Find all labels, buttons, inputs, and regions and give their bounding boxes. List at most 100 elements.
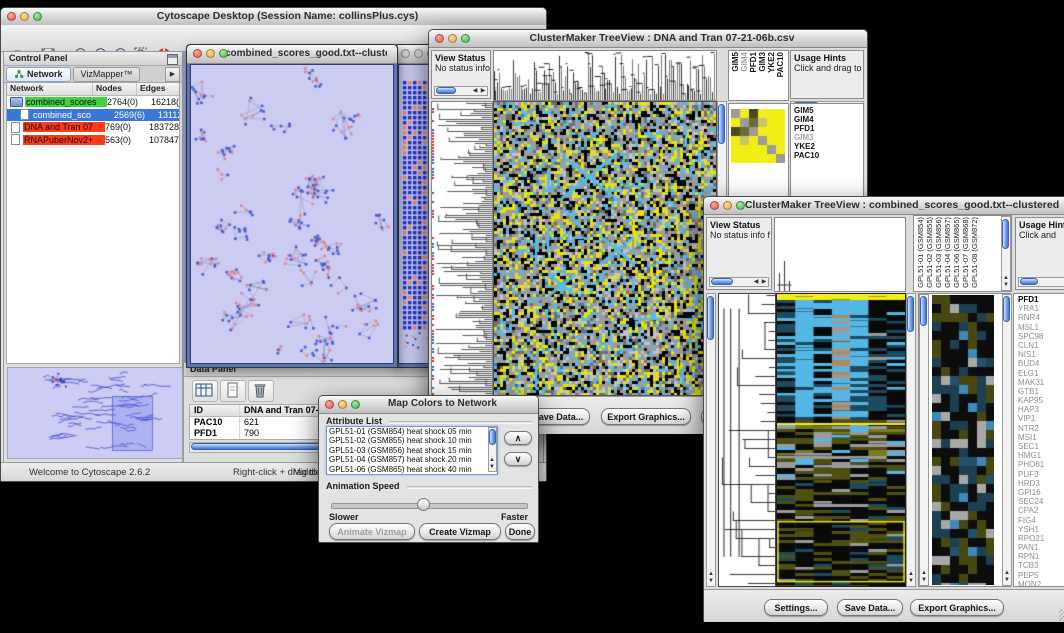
close-button[interactable] — [325, 400, 334, 409]
column-label[interactable]: PFD1 — [749, 52, 758, 72]
gene-label[interactable]: MSL1 — [1018, 323, 1064, 332]
treeview1-heatmap[interactable] — [493, 101, 717, 396]
treeview2-zoom-heatmap[interactable] — [932, 295, 994, 585]
gene-label[interactable]: MAK31 — [1018, 378, 1064, 387]
attribute-list-item[interactable]: GPL51-02 (GSM855) heat shock 10 min — [327, 436, 497, 445]
col-edges[interactable]: Edges — [137, 83, 180, 95]
tab-overflow-arrow[interactable]: ▶ — [165, 67, 180, 82]
save-data-button[interactable]: Save Data... — [837, 599, 903, 616]
zoom-button[interactable] — [736, 201, 745, 210]
gene-label[interactable]: PAC10 — [794, 151, 863, 160]
network-list-row[interactable]: DNA and Tran 07769(0)183728(0) — [7, 121, 179, 134]
gene-label[interactable]: NIS1 — [1018, 350, 1064, 359]
move-up-button[interactable]: ∧ — [504, 431, 532, 445]
array-column-label[interactable]: GPL51-06 (GSM865) — [952, 217, 961, 288]
minimize-button[interactable] — [338, 400, 347, 409]
usage-hscrollbar[interactable] — [1018, 277, 1064, 287]
gene-label[interactable]: RNR4 — [1018, 313, 1064, 322]
zoom-button[interactable] — [351, 400, 360, 409]
array-column-label[interactable]: GPL51-07 (GSM868) — [961, 217, 970, 288]
export-graphics-button[interactable]: Export Graphics... — [910, 599, 1004, 616]
network-list-row[interactable]: RNAPuberNov2+563(0)107847(0) — [7, 134, 179, 147]
gene-label[interactable]: PFD1 — [794, 124, 863, 133]
attribute-list-item[interactable]: GPL51-07 (GSM868) heat shock 60 min — [327, 474, 497, 475]
array-column-label[interactable]: GPL51-08 (GSM872) — [970, 217, 979, 288]
gene-label[interactable]: MSI1 — [1018, 433, 1064, 442]
labels-vscrollbar[interactable]: ▲▼ — [1001, 216, 1011, 291]
gene-label[interactable]: HAP3 — [1018, 405, 1064, 414]
array-column-label[interactable]: GPL51-02 (GSM855) — [925, 217, 934, 288]
treeview1-zoom-heatmap[interactable] — [731, 109, 785, 163]
treeview1-column-dendrogram[interactable] — [493, 50, 717, 101]
col-id[interactable]: ID — [190, 405, 240, 416]
treeview2-column-dendrogram[interactable] — [774, 217, 906, 292]
column-label[interactable]: PAC10 — [776, 52, 785, 77]
gene-label[interactable]: SEC24 — [1018, 497, 1064, 506]
attribute-table-icon[interactable] — [192, 380, 218, 402]
gene-label[interactable]: RPO21 — [1018, 534, 1064, 543]
minimize-button[interactable] — [20, 12, 29, 21]
gene-label[interactable]: TCB3 — [1018, 561, 1064, 570]
gene-label[interactable]: GIM5 — [794, 106, 863, 115]
col-nodes[interactable]: Nodes — [93, 83, 137, 95]
gene-label[interactable]: YSH1 — [1018, 525, 1064, 534]
gene-label[interactable]: SPC98 — [1018, 332, 1064, 341]
treeview2-left-vscrollbar[interactable]: ▲▼ — [706, 293, 716, 587]
close-button[interactable] — [435, 34, 444, 43]
animation-speed-slider-thumb[interactable] — [417, 498, 430, 511]
delete-attribute-trash-icon[interactable] — [248, 380, 274, 402]
treeview1-row-dendrogram[interactable] — [431, 101, 493, 396]
gene-label[interactable]: FIG4 — [1018, 516, 1064, 525]
gene-label[interactable]: GTB1 — [1018, 387, 1064, 396]
treeview2-titlebar[interactable]: ClusterMaker TreeView : combined_scores_… — [704, 197, 1064, 215]
column-label[interactable]: YKE2 — [767, 52, 776, 73]
array-column-label[interactable]: GPL51-03 (GSM856) — [934, 217, 943, 288]
attribute-list-vscrollbar[interactable]: ▲▼ — [488, 427, 497, 472]
gene-label[interactable]: GIM4 — [794, 115, 863, 124]
array-column-label[interactable]: GPL51-01 (GSM854) — [916, 217, 925, 288]
view-status-hscrollbar[interactable]: ◀▶ — [434, 86, 488, 96]
network-list-row[interactable]: combined_sco2569(6)13112(15) — [7, 109, 179, 122]
tab-network[interactable]: Network — [6, 67, 71, 82]
minimize-button[interactable] — [448, 34, 457, 43]
gene-label[interactable]: PFD1 — [1018, 295, 1064, 304]
zoom-button[interactable] — [33, 12, 42, 21]
dialog-titlebar[interactable]: Map Colors to Network — [319, 396, 538, 414]
close-button[interactable] — [7, 12, 16, 21]
network-list-row[interactable]: combined_scores2764(0)16218(0) — [7, 96, 179, 109]
zoom-left-vscrollbar[interactable]: ▲▼ — [919, 294, 929, 586]
done-button[interactable]: Done — [505, 523, 535, 540]
gene-label[interactable]: ELG1 — [1018, 369, 1064, 378]
array-column-label[interactable]: GPL51-04 (GSM857) — [943, 217, 952, 288]
zoom-button[interactable] — [219, 49, 228, 58]
network-window1-titlebar[interactable]: combined_scores_good.txt--cluste... — [187, 45, 397, 64]
attribute-list-item[interactable]: GPL51-06 (GSM865) heat shock 40 min — [327, 465, 497, 474]
gene-label[interactable]: PUF3 — [1018, 470, 1064, 479]
column-label[interactable]: GIM3 — [758, 52, 767, 72]
minimize-button[interactable] — [723, 201, 732, 210]
column-label[interactable]: GIM4 — [740, 52, 749, 72]
gene-label[interactable]: VIP1 — [1018, 414, 1064, 423]
col-network[interactable]: Network — [7, 83, 93, 95]
gene-label[interactable]: HRD3 — [1018, 479, 1064, 488]
gene-label[interactable]: PAN1 — [1018, 543, 1064, 552]
view-status-hscrollbar[interactable]: ◀▶ — [709, 277, 769, 287]
gene-label[interactable]: CPA2 — [1018, 506, 1064, 515]
gene-label[interactable]: GIM3 — [794, 133, 863, 142]
treeview2-vscrollbar[interactable]: ▲▼ — [906, 293, 916, 587]
gene-label[interactable]: MON2 — [1018, 580, 1064, 589]
attribute-list-item[interactable]: GPL51-01 (GSM854) heat shock 05 min — [327, 427, 497, 436]
gene-label[interactable]: YKE2 — [794, 142, 863, 151]
gene-label[interactable]: SEC1 — [1018, 442, 1064, 451]
attribute-list-item[interactable]: GPL51-04 (GSM857) heat shock 20 min — [327, 455, 497, 464]
new-attribute-icon[interactable] — [220, 380, 246, 402]
network-canvas-clusters[interactable] — [190, 64, 394, 364]
create-vizmap-button[interactable]: Create Vizmap — [419, 523, 501, 540]
minimize-button[interactable] — [206, 49, 215, 58]
gene-label[interactable]: YRA1 — [1018, 304, 1064, 313]
zoom-right-vscrollbar[interactable]: ▲▼ — [1002, 294, 1012, 586]
gene-label[interactable]: CLN1 — [1018, 341, 1064, 350]
treeview1-titlebar[interactable]: ClusterMaker TreeView : DNA and Tran 07-… — [429, 30, 867, 48]
treeview2-row-dendrogram[interactable] — [718, 293, 776, 587]
float-panel-icon[interactable] — [167, 54, 178, 65]
